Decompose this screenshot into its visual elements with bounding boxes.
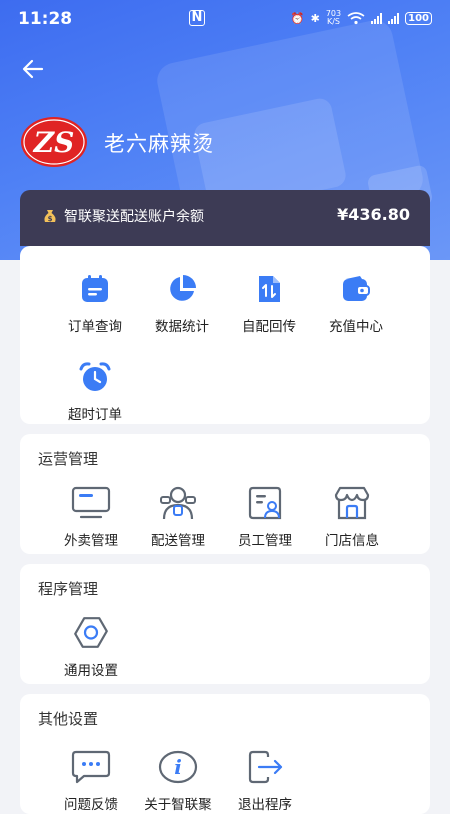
menu-item-label: 问题反馈 [64,797,118,813]
exit-button[interactable]: 退出程序 [220,744,310,813]
order-query-button[interactable]: 订单查询 [50,266,140,335]
status-bar: 11:28 N ⏰ ✱ 703 K/S 100 [0,0,450,36]
store-logo: ZS [21,117,87,167]
back-arrow-icon[interactable] [20,56,50,86]
monitor-icon [68,480,114,526]
self-delivery-return-button[interactable]: 自配回传 [224,266,314,335]
bluetooth-icon: ✱ [310,11,320,25]
feedback-button[interactable]: 问题反馈 [46,744,136,813]
nfc-icon: N [189,10,205,26]
menu-item-label: 超时订单 [68,407,122,423]
svg-text:$: $ [48,215,53,223]
network-speed: 703 K/S [325,9,342,26]
info-icon: i [155,744,201,790]
logo-text: ZS [33,126,75,159]
recharge-center-button[interactable]: 充值中心 [311,266,401,335]
money-bag-icon: $ [44,210,56,223]
program-card: 程序管理 通用设置 [20,564,430,684]
section-title: 运营管理 [38,450,99,468]
exit-icon [242,744,288,790]
signal-icon [371,12,383,24]
about-button[interactable]: i 关于智联聚 [133,744,223,813]
alarm-icon: ⏰ [290,11,305,25]
menu-item-label: 配送管理 [151,533,205,549]
staff-management-button[interactable]: 员工管理 [220,480,310,549]
alarm-clock-icon [72,354,118,400]
takeout-management-button[interactable]: 外卖管理 [46,480,136,549]
operations-card: 运营管理 外卖管理 配送管理 员工管理 门店信息 [20,434,430,554]
status-icons: ⏰ ✱ 703 K/S 100 [291,10,432,26]
timeout-orders-button[interactable]: 超时订单 [50,354,140,423]
menu-item-label: 通用设置 [64,663,118,679]
store-info-button[interactable]: 门店信息 [307,480,397,549]
data-statistics-button[interactable]: 数据统计 [137,266,227,335]
menu-item-label: 自配回传 [242,319,296,335]
pie-chart-icon [159,266,205,312]
courier-icon [155,480,201,526]
chat-bubble-icon [68,744,114,790]
store-name: 老六麻辣烫 [104,132,214,156]
general-settings-button[interactable]: 通用设置 [46,610,136,679]
storefront-icon [329,480,375,526]
menu-item-label: 充值中心 [329,319,383,335]
other-settings-card: 其他设置 问题反馈 i 关于智联聚 退出程序 [20,694,430,814]
wifi-icon [347,11,365,24]
status-time: 11:28 [18,9,73,29]
calendar-icon [72,266,118,312]
menu-item-label: 退出程序 [238,797,292,813]
battery-icon: 100 [405,11,432,25]
signal-icon [388,12,400,24]
gear-icon [68,610,114,656]
balance-amount: ¥436.80 [337,205,410,224]
svg-text:i: i [174,755,182,779]
balance-label: 智联聚送配送账户余额 [64,209,204,225]
menu-item-label: 数据统计 [155,319,209,335]
employee-card-icon [242,480,288,526]
quick-menu-card: 订单查询 数据统计 自配回传 充值中心 超时订单 [20,246,430,424]
menu-item-label: 外卖管理 [64,533,118,549]
balance-bar[interactable]: $ 智联聚送配送账户余额 ¥436.80 [20,190,430,246]
menu-item-label: 订单查询 [68,319,122,335]
delivery-management-button[interactable]: 配送管理 [133,480,223,549]
menu-item-label: 门店信息 [325,533,379,549]
section-title: 程序管理 [38,580,99,598]
section-title: 其他设置 [38,710,99,728]
wallet-icon [333,266,379,312]
menu-item-label: 员工管理 [238,533,292,549]
menu-item-label: 关于智联聚 [144,797,212,813]
transfer-document-icon [246,266,292,312]
